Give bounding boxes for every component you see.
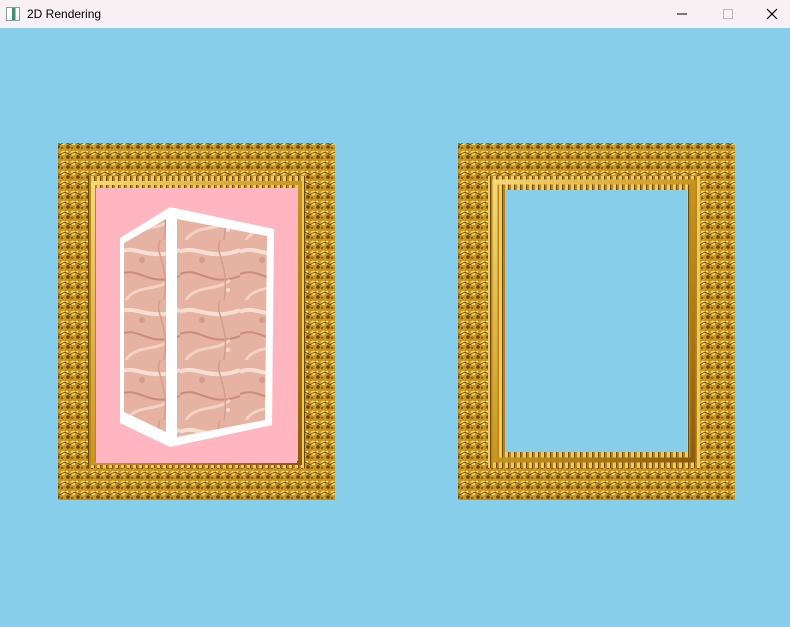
close-button[interactable]	[749, 0, 790, 28]
app-icon	[6, 7, 20, 21]
right-picture-frame	[458, 143, 735, 500]
window-title: 2D Rendering	[27, 7, 102, 21]
maximize-icon	[723, 9, 733, 19]
app-window: 2D Rendering	[0, 0, 790, 627]
title-bar[interactable]: 2D Rendering	[0, 0, 790, 28]
close-icon	[766, 8, 778, 20]
minimize-icon	[677, 13, 687, 15]
left-picture-frame	[58, 143, 335, 500]
marble-cube	[120, 207, 274, 447]
minimize-button[interactable]	[659, 0, 705, 28]
maximize-button[interactable]	[705, 0, 751, 28]
empty-frame-interior	[505, 190, 687, 452]
render-canvas	[58, 143, 735, 500]
